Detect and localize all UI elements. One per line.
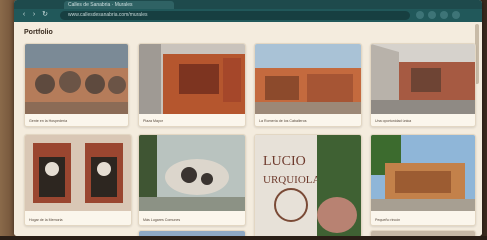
card-caption: La Romería de los Caballeros <box>259 119 307 123</box>
monitor-bezel <box>0 236 487 240</box>
svg-text:LUCIO: LUCIO <box>263 154 306 169</box>
card-image <box>371 44 475 114</box>
forward-arrow-icon[interactable]: › <box>30 11 38 19</box>
extension-icon[interactable] <box>416 11 424 19</box>
gallery-card[interactable]: LUCIO URQUIOLA <box>254 134 362 236</box>
gallery-card[interactable]: La Romería de los Caballeros <box>254 43 362 127</box>
card-image <box>371 135 475 211</box>
menu-icon[interactable] <box>452 11 460 19</box>
bookmark-icon[interactable] <box>428 11 436 19</box>
gallery-card[interactable]: Una oportunidad única <box>370 43 476 127</box>
card-image <box>25 135 131 211</box>
back-arrow-icon[interactable]: ‹ <box>20 11 28 19</box>
page-title: Portfolio <box>24 29 53 36</box>
card-image <box>139 135 245 211</box>
browser-window: Calles de Sanabria · Murales ‹ › ↻ www.c… <box>14 0 482 236</box>
browser-tab[interactable]: Calles de Sanabria · Murales <box>64 1 174 9</box>
gallery-card[interactable]: Más Lugares Comunes <box>138 134 246 226</box>
card-caption: Pequeño rincón <box>375 218 401 222</box>
card-caption: Más Lugares Comunes <box>143 218 181 222</box>
card-caption: Una oportunidad única <box>375 119 412 123</box>
card-image <box>139 44 245 114</box>
reload-icon[interactable]: ↻ <box>41 11 49 19</box>
card-caption: Plaza Mayor <box>143 119 163 123</box>
gallery-card[interactable]: Pequeño rincón <box>370 134 476 226</box>
gallery-card[interactable]: Hogar de la Memoria <box>24 134 132 226</box>
card-caption: Hogar de la Memoria <box>29 218 63 222</box>
card-image <box>255 44 361 114</box>
browser-toolbar: ‹ › ↻ www.callesdesanabria.com/murales <box>14 9 482 22</box>
tab-strip: Calles de Sanabria · Murales <box>14 0 482 9</box>
svg-text:URQUIOLA: URQUIOLA <box>263 174 320 186</box>
profile-icon[interactable] <box>440 11 448 19</box>
card-image: LUCIO URQUIOLA <box>255 135 361 236</box>
card-caption: Gente en la Hospedería <box>29 119 68 123</box>
gallery-card[interactable]: Plaza Mayor <box>138 43 246 127</box>
page-content: Portfolio Gente en la Hospedería Plaza M… <box>14 22 482 236</box>
card-image <box>25 44 128 114</box>
address-bar[interactable]: www.callesdesanabria.com/murales <box>60 11 410 20</box>
gallery-card[interactable]: Gente en la Hospedería <box>24 43 129 127</box>
